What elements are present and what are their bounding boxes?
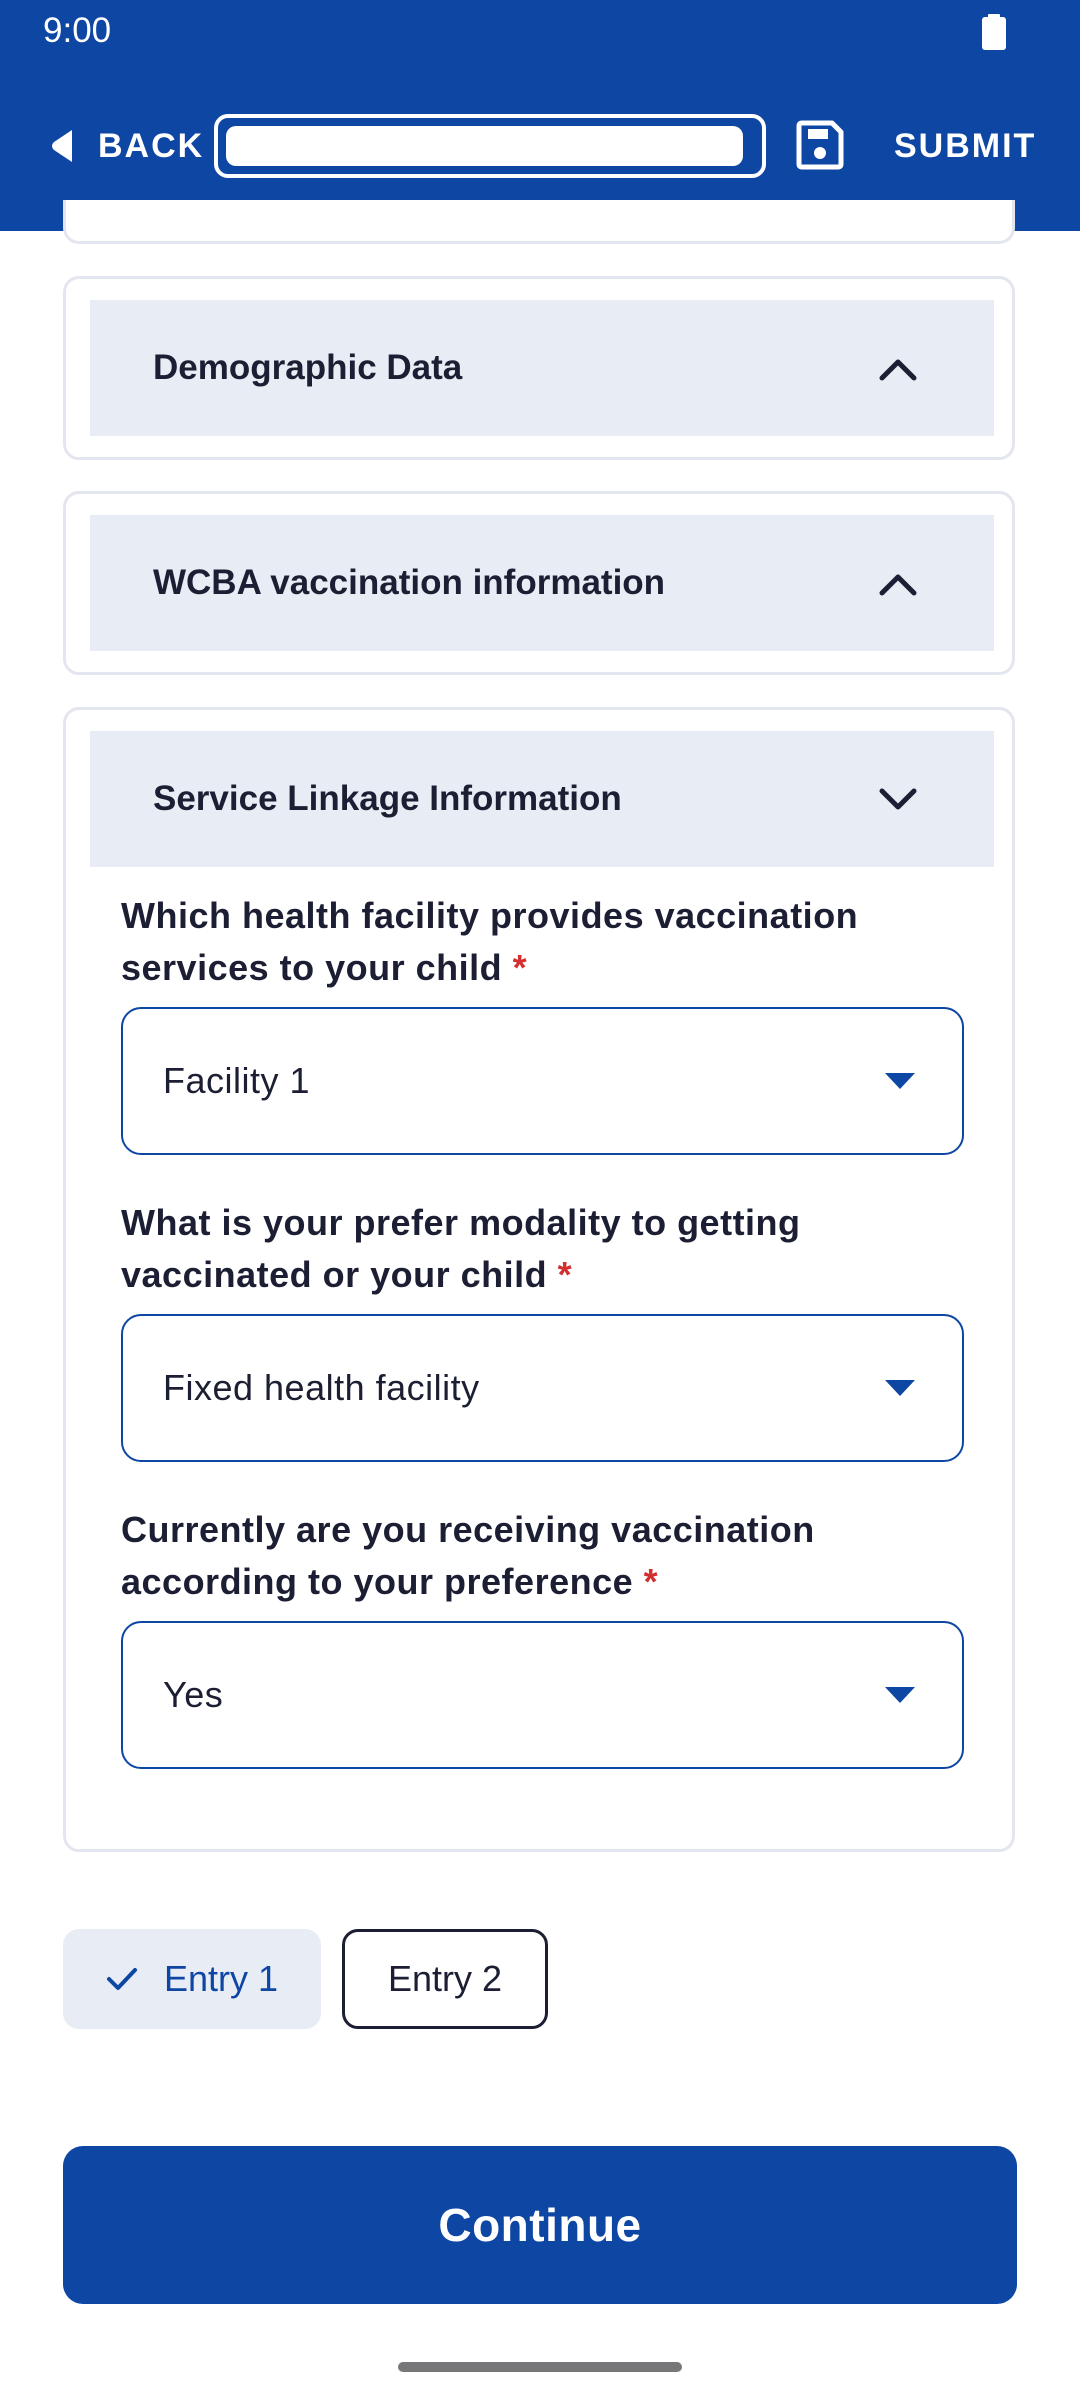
home-indicator[interactable] xyxy=(398,2362,682,2372)
health-facility-select[interactable]: Facility 1 xyxy=(121,1007,964,1155)
chevron-up-icon xyxy=(879,359,917,381)
section-title: Service Linkage Information xyxy=(153,779,622,818)
form-progress-bar xyxy=(214,114,766,178)
section-header-wcba[interactable]: WCBA vaccination information xyxy=(90,515,994,651)
required-marker: * xyxy=(557,1254,573,1295)
section-title: WCBA vaccination information xyxy=(153,563,666,602)
select-value: Facility 1 xyxy=(163,1060,311,1101)
section-card-demographic: Demographic Data xyxy=(63,276,1015,460)
entry-1-chip[interactable]: Entry 1 xyxy=(63,1929,321,2029)
dropdown-arrow-icon xyxy=(885,1687,915,1703)
back-label: BACK xyxy=(98,126,205,165)
modality-select[interactable]: Fixed health facility xyxy=(121,1314,964,1462)
previous-section-card xyxy=(63,200,1015,244)
dropdown-arrow-icon xyxy=(885,1073,915,1089)
entry-2-chip[interactable]: Entry 2 xyxy=(342,1929,548,2029)
select-value: Fixed health facility xyxy=(163,1367,480,1408)
dropdown-arrow-icon xyxy=(885,1380,915,1396)
entry-2-label: Entry 2 xyxy=(387,1958,503,1999)
question-label-modality: What is your prefer modality to getting … xyxy=(121,1202,801,1295)
entry-1-label: Entry 1 xyxy=(163,1958,279,1999)
preference-select[interactable]: Yes xyxy=(121,1621,964,1769)
question-label-preference: Currently are you receiving vaccination … xyxy=(121,1509,815,1602)
chevron-up-icon xyxy=(879,574,917,596)
status-time: 9:00 xyxy=(43,11,112,50)
select-value: Yes xyxy=(163,1674,224,1715)
section-title: Demographic Data xyxy=(153,348,463,387)
back-button[interactable]: BACK xyxy=(48,118,204,174)
chevron-down-icon xyxy=(879,788,917,810)
section-card-service-linkage: Service Linkage Information Which health… xyxy=(63,707,1015,1852)
question-label-health-facility: Which health facility provides vaccinati… xyxy=(121,895,859,988)
battery-icon xyxy=(982,14,1006,50)
required-marker: * xyxy=(643,1561,659,1602)
section-card-wcba: WCBA vaccination information xyxy=(63,491,1015,675)
section-header-demographic[interactable]: Demographic Data xyxy=(90,300,994,436)
continue-label: Continue xyxy=(438,2199,642,2251)
continue-button[interactable]: Continue xyxy=(63,2146,1017,2304)
app-header: 9:00 BACK SUBMIT xyxy=(0,0,1080,231)
required-marker: * xyxy=(512,947,528,988)
check-icon xyxy=(106,1968,137,1990)
submit-button[interactable]: SUBMIT xyxy=(894,124,1036,168)
section-header-service-linkage[interactable]: Service Linkage Information xyxy=(90,731,994,867)
form-progress-fill xyxy=(226,126,743,166)
save-icon[interactable] xyxy=(796,120,844,170)
back-arrow-icon xyxy=(52,130,72,162)
